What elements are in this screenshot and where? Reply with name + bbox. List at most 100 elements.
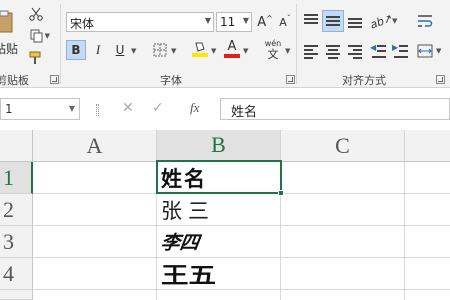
cell-b4[interactable]: 王五	[157, 258, 281, 290]
cell-d1[interactable]	[405, 162, 450, 194]
italic-label: I	[95, 42, 101, 57]
underline-button[interactable]: U	[110, 40, 130, 60]
align-middle-button[interactable]	[322, 10, 344, 32]
orientation-icon: ab↗	[368, 10, 395, 32]
formula-bar-grip-icon[interactable]	[96, 104, 99, 116]
cancel-icon[interactable]: ✕	[122, 100, 134, 116]
formula-buttons: ✕ ✓ fx	[112, 98, 212, 120]
font-color-button[interactable]: A	[222, 38, 242, 60]
italic-button[interactable]: I	[88, 40, 108, 60]
formula-content: 姓名	[231, 105, 258, 120]
font-size-value: 11	[220, 15, 236, 29]
underline-caret-icon[interactable]: ▼	[131, 47, 136, 55]
column-header-d[interactable]	[405, 130, 450, 162]
wrap-text-icon	[418, 15, 433, 27]
merge-center-button[interactable]	[414, 40, 436, 62]
clipboard-group-label: 剪贴板	[0, 74, 29, 87]
row-header-5[interactable]	[0, 290, 33, 300]
merge-cells-icon	[417, 44, 433, 58]
row-header-2[interactable]: 2	[0, 194, 33, 226]
underline-label: U	[115, 43, 125, 57]
phonetic-button[interactable]: wén 文	[262, 38, 284, 60]
row-header-4[interactable]: 4	[0, 258, 33, 290]
cell-b2-text: 张三	[161, 198, 215, 223]
increase-indent-button[interactable]: ▶	[392, 42, 410, 60]
row-header-1[interactable]: 1	[0, 162, 33, 194]
grow-font-button[interactable]: A ^	[256, 12, 274, 32]
cell-b3[interactable]: 李四	[157, 226, 281, 258]
cell-b1[interactable]: 姓名	[157, 162, 281, 194]
cell-d5[interactable]	[405, 290, 450, 300]
align-left-button[interactable]	[302, 42, 320, 60]
cell-d2[interactable]	[405, 194, 450, 226]
cell-a1[interactable]	[33, 162, 157, 194]
fill-color-swatch	[192, 53, 208, 57]
cell-c5[interactable]	[281, 290, 405, 300]
scissors-icon	[29, 7, 43, 21]
name-box[interactable]: 1 ▼	[0, 98, 80, 120]
cell-a2[interactable]	[33, 194, 157, 226]
cell-c3[interactable]	[281, 226, 405, 258]
font-name-value: 宋体	[70, 17, 95, 31]
font-color-caret-icon[interactable]: ▼	[243, 47, 248, 55]
paste-label: 粘贴	[0, 41, 19, 56]
fill-caret-icon[interactable]: ▼	[211, 47, 216, 55]
cell-b3-text: 李四	[159, 232, 201, 254]
merge-caret-icon[interactable]: ▼	[436, 47, 441, 55]
align-right-button[interactable]	[346, 42, 364, 60]
caret-down-icon: ˇ	[286, 13, 291, 23]
cell-b5[interactable]	[157, 290, 281, 300]
cut-button[interactable]	[26, 4, 46, 24]
fill-color-button[interactable]	[190, 38, 210, 60]
font-launcher-icon[interactable]	[286, 75, 295, 84]
orientation-caret-icon[interactable]: ▼	[392, 17, 397, 25]
font-size-select[interactable]: 11 ▼	[216, 12, 252, 32]
row-header-label: 2	[3, 196, 14, 222]
font-name-select[interactable]: 宋体 ▼	[66, 12, 214, 32]
copy-button[interactable]: ▼	[26, 26, 50, 46]
border-caret-icon[interactable]: ▼	[171, 47, 176, 55]
decrease-indent-button[interactable]: ◀	[370, 42, 388, 60]
row-header-3[interactable]: 3	[0, 226, 33, 258]
grow-font-label: A	[257, 14, 267, 30]
align-top-button[interactable]	[302, 12, 320, 30]
cell-a3[interactable]	[33, 226, 157, 258]
orientation-button[interactable]: ab↗	[368, 10, 395, 32]
format-painter-button[interactable]	[26, 48, 46, 68]
column-header-a[interactable]: A	[33, 130, 157, 162]
phonetic-caret-icon[interactable]: ▼	[285, 47, 290, 55]
row-header-label: 1	[3, 164, 14, 190]
align-bottom-button[interactable]	[346, 12, 364, 30]
bold-button[interactable]: B	[66, 40, 86, 60]
enter-icon[interactable]: ✓	[152, 100, 164, 116]
fill-handle[interactable]	[278, 190, 284, 196]
column-header-label: B	[211, 132, 226, 157]
phonetic-label: wén	[264, 38, 282, 48]
cell-b2[interactable]: 张三	[157, 194, 281, 226]
ribbon: 粘贴 ▼ 剪贴板 宋体 ▼ 11 ▼ A ^ Aˇ B I U ▼ ▼ ▼ A …	[0, 0, 450, 88]
align-center-button[interactable]	[324, 42, 342, 60]
column-header-c[interactable]: C	[281, 130, 405, 162]
paste-button[interactable]: 粘贴	[0, 4, 24, 62]
insert-function-icon[interactable]: fx	[190, 100, 199, 116]
cell-d3[interactable]	[405, 226, 450, 258]
cell-b1-text: 姓名	[161, 166, 207, 191]
worksheet-grid: A B C 1 2 3 4 姓名 张三 李四 王五	[0, 130, 450, 300]
cell-c4[interactable]	[281, 258, 405, 290]
cell-d4[interactable]	[405, 258, 450, 290]
chevron-down-icon: ▼	[204, 16, 211, 25]
cell-a4[interactable]	[33, 258, 157, 290]
clipboard-launcher-icon[interactable]	[50, 75, 59, 84]
cell-a5[interactable]	[33, 290, 157, 300]
cell-c2[interactable]	[281, 194, 405, 226]
alignment-launcher-icon[interactable]	[436, 75, 445, 84]
cell-b4-text: 王五	[161, 263, 217, 289]
wrap-text-button[interactable]	[414, 10, 436, 32]
shrink-font-button[interactable]: Aˇ	[276, 12, 294, 32]
select-all-corner[interactable]	[0, 130, 33, 162]
border-button[interactable]	[150, 40, 170, 60]
column-header-b[interactable]: B	[157, 130, 281, 162]
group-divider	[60, 4, 61, 84]
cell-c1[interactable]	[281, 162, 405, 194]
formula-input[interactable]: 姓名	[220, 98, 450, 120]
